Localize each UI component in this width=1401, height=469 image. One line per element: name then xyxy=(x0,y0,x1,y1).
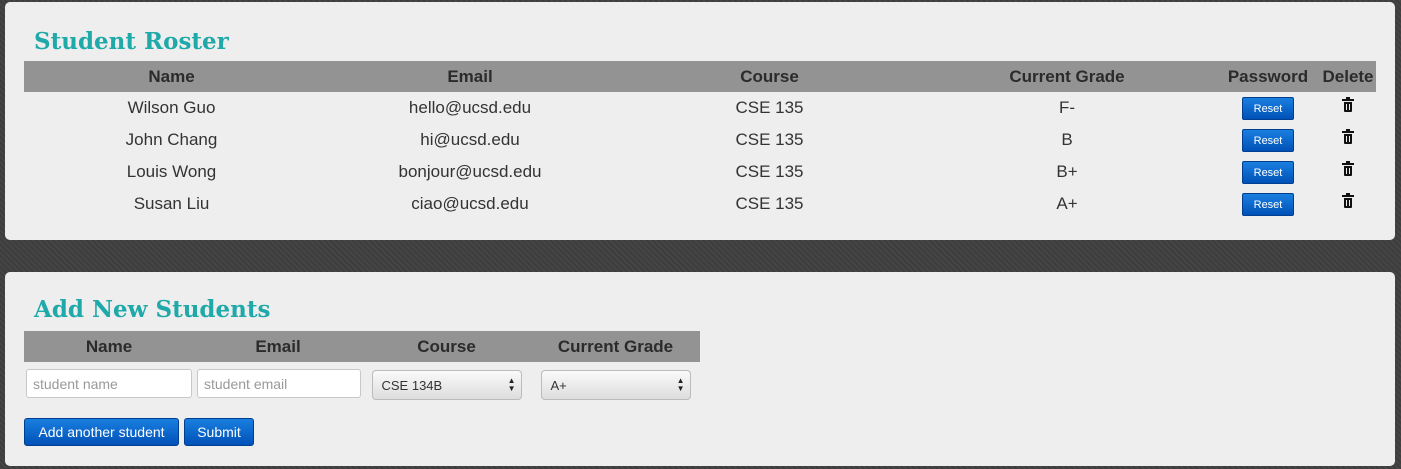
column-header-grade: Current Grade xyxy=(531,331,700,362)
table-row: Louis Wong bonjour@ucsd.edu CSE 135 B+ R… xyxy=(24,156,1376,188)
column-header-password: Password xyxy=(1216,61,1320,92)
trash-icon[interactable] xyxy=(1342,129,1354,145)
add-students-title: Add New Students xyxy=(34,296,271,323)
table-row: Susan Liu ciao@ucsd.edu CSE 135 A+ Reset xyxy=(24,188,1376,220)
student-course: CSE 135 xyxy=(735,194,804,213)
student-grade: A+ xyxy=(1056,194,1078,213)
add-header-row: Name Email Course Current Grade xyxy=(24,331,700,362)
student-course: CSE 135 xyxy=(735,98,804,117)
trash-icon[interactable] xyxy=(1342,97,1354,113)
student-grade: F- xyxy=(1058,98,1076,117)
student-name: Susan Liu xyxy=(133,194,210,213)
add-students-panel: Add New Students Name Email Course Curre… xyxy=(5,272,1395,466)
course-select-value: CSE 134B xyxy=(381,378,443,393)
column-header-name: Name xyxy=(24,331,194,362)
select-arrows-icon: ▲ ▼ xyxy=(676,376,685,393)
table-row: Wilson Guo hello@ucsd.edu CSE 135 F- Res… xyxy=(24,92,1376,124)
column-header-delete: Delete xyxy=(1320,61,1376,92)
add-another-student-button[interactable]: Add another student xyxy=(24,418,179,446)
student-name: Wilson Guo xyxy=(127,98,216,117)
reset-password-button[interactable]: Reset xyxy=(1242,96,1294,120)
grade-select-value: A+ xyxy=(550,378,567,393)
trash-icon[interactable] xyxy=(1342,161,1354,177)
reset-password-button[interactable]: Reset xyxy=(1242,160,1294,184)
student-email: ciao@ucsd.edu xyxy=(411,194,529,213)
trash-icon[interactable] xyxy=(1342,193,1354,209)
student-roster-panel: Student Roster Name Email Course Current… xyxy=(5,2,1395,240)
student-grade: B xyxy=(1061,130,1073,149)
student-name-input[interactable] xyxy=(26,369,192,398)
select-arrows-icon: ▲ ▼ xyxy=(507,376,516,393)
column-header-grade: Current Grade xyxy=(918,61,1216,92)
submit-button[interactable]: Submit xyxy=(184,418,254,446)
reset-password-button[interactable]: Reset xyxy=(1242,128,1294,152)
student-email-input[interactable] xyxy=(197,369,361,398)
student-email: hi@ucsd.edu xyxy=(420,130,520,149)
student-course: CSE 135 xyxy=(735,162,804,181)
add-students-table: Name Email Course Current Grade CSE 134B… xyxy=(24,331,700,405)
column-header-email: Email xyxy=(194,331,362,362)
column-header-course: Course xyxy=(621,61,918,92)
roster-header-row: Name Email Course Current Grade Password… xyxy=(24,61,1376,92)
reset-password-button[interactable]: Reset xyxy=(1242,192,1294,216)
grade-select[interactable]: A+ ▲ ▼ xyxy=(540,370,691,400)
table-row: John Chang hi@ucsd.edu CSE 135 B Reset xyxy=(24,124,1376,156)
roster-table: Name Email Course Current Grade Password… xyxy=(24,61,1376,220)
column-header-email: Email xyxy=(319,61,621,92)
student-email: hello@ucsd.edu xyxy=(408,98,532,117)
column-header-course: Course xyxy=(362,331,531,362)
column-header-name: Name xyxy=(24,61,319,92)
student-name: John Chang xyxy=(125,130,218,149)
student-grade: B+ xyxy=(1056,162,1078,181)
student-course: CSE 135 xyxy=(735,130,804,149)
student-name: Louis Wong xyxy=(126,162,217,181)
course-select[interactable]: CSE 134B ▲ ▼ xyxy=(371,370,522,400)
roster-title: Student Roster xyxy=(34,28,229,55)
new-student-row: CSE 134B ▲▼ A+ ▲▼ xyxy=(24,362,700,405)
student-email: bonjour@ucsd.edu xyxy=(398,162,542,181)
